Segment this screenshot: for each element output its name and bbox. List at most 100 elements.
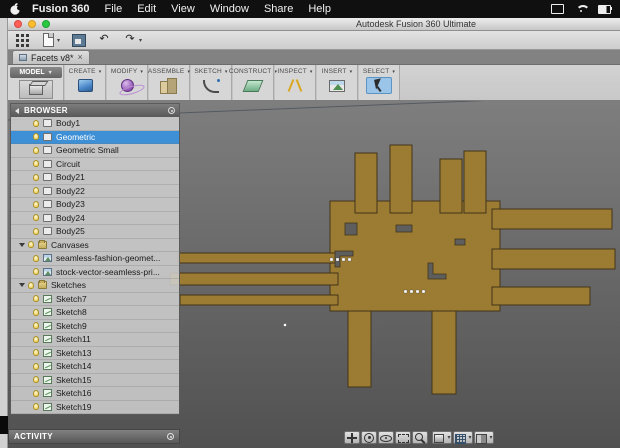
visibility-bulb-icon[interactable] <box>33 335 39 343</box>
toolbar-button[interactable] <box>38 32 62 49</box>
ribbon-group-icon-button[interactable] <box>198 77 224 94</box>
browser-item[interactable]: Body21 <box>11 171 179 185</box>
browser-item[interactable]: Body22 <box>11 184 179 198</box>
display-status-icon[interactable] <box>550 2 564 14</box>
browser-item[interactable]: stock-vector-seamless-pri... <box>11 265 179 279</box>
visibility-bulb-icon[interactable] <box>28 281 34 289</box>
ribbon-group-label[interactable]: SELECT <box>363 68 395 75</box>
ribbon-group-icon-button[interactable] <box>75 77 96 94</box>
browser-item[interactable]: Sketch13 <box>11 346 179 360</box>
ribbon-group-icon-button[interactable] <box>156 77 182 94</box>
visibility-bulb-icon[interactable] <box>33 160 39 168</box>
menu-item[interactable]: Window <box>210 3 249 15</box>
menu-item[interactable]: View <box>171 3 195 15</box>
activity-bar[interactable]: ACTIVITY <box>8 429 180 444</box>
visibility-bulb-icon[interactable] <box>33 268 39 276</box>
sketch-point[interactable] <box>283 323 287 327</box>
activity-gear-icon[interactable] <box>167 433 174 440</box>
browser-item[interactable]: Circuit <box>11 157 179 171</box>
visibility-bulb-icon[interactable] <box>33 322 39 330</box>
visibility-bulb-icon[interactable] <box>33 227 39 235</box>
ribbon-group[interactable]: ASSEMBLE <box>148 65 190 100</box>
visibility-bulb-icon[interactable] <box>33 376 39 384</box>
menu-item[interactable]: Help <box>308 3 331 15</box>
browser-item[interactable]: seamless-fashion-geomet... <box>11 252 179 266</box>
ribbon-group-label[interactable]: CREATE <box>69 68 102 75</box>
ribbon-group-label[interactable]: INSERT <box>322 68 353 75</box>
browser-item[interactable]: Geometric <box>11 130 179 144</box>
menu-item[interactable]: Share <box>264 3 293 15</box>
visibility-bulb-icon[interactable] <box>33 173 39 181</box>
visibility-bulb-icon[interactable] <box>33 295 39 303</box>
nav-button[interactable] <box>395 431 411 444</box>
ribbon-group[interactable]: CONSTRUCT <box>229 65 277 100</box>
ribbon-group-label[interactable]: ASSEMBLE <box>148 68 190 75</box>
browser-item[interactable]: Geometric Small <box>11 144 179 158</box>
model-geometry[interactable] <box>169 144 616 395</box>
display-settings-button[interactable] <box>453 431 473 444</box>
display-settings-button[interactable] <box>432 431 452 444</box>
visibility-bulb-icon[interactable] <box>33 119 39 127</box>
toolbar-button[interactable] <box>12 32 32 49</box>
nav-button[interactable] <box>412 431 428 444</box>
menu-item[interactable]: Edit <box>137 3 156 15</box>
browser-item[interactable]: Sketch14 <box>11 360 179 374</box>
visibility-bulb-icon[interactable] <box>33 254 39 262</box>
browser-item[interactable]: Sketch11 <box>11 333 179 347</box>
collapse-panel-icon[interactable] <box>15 107 19 114</box>
3d-viewport[interactable]: BROWSER Body1 Geometric Geometric Small … <box>8 101 620 448</box>
browser-item[interactable]: Sketch16 <box>11 387 179 401</box>
ribbon-group-icon-button[interactable] <box>282 77 308 94</box>
document-tab[interactable]: Facets v8* × <box>12 50 90 64</box>
browser-item[interactable]: Body23 <box>11 198 179 212</box>
visibility-bulb-icon[interactable] <box>33 308 39 316</box>
ribbon-group-label[interactable]: CONSTRUCT <box>229 68 277 75</box>
disclosure-triangle-icon[interactable] <box>19 242 25 247</box>
ribbon-group[interactable]: CREATE <box>64 65 106 100</box>
ribbon-group[interactable]: INSPECT <box>274 65 316 100</box>
ribbon-group-label[interactable]: SKETCH <box>194 68 227 75</box>
ribbon-group-label[interactable]: MODIFY <box>111 68 143 75</box>
ribbon-group[interactable]: MODIFY <box>106 65 148 100</box>
browser-gear-icon[interactable] <box>168 107 175 114</box>
ribbon-group-label[interactable]: INSPECT <box>277 68 312 75</box>
ribbon-group-icon-button[interactable] <box>118 77 137 94</box>
menu-item[interactable]: File <box>104 3 122 15</box>
browser-item[interactable]: Sketch7 <box>11 292 179 306</box>
window-close-button[interactable] <box>14 20 22 28</box>
window-title-bar[interactable]: Autodesk Fusion 360 Ultimate <box>8 18 620 31</box>
visibility-bulb-icon[interactable] <box>33 362 39 370</box>
menu-item[interactable]: Fusion 360 <box>32 3 89 15</box>
browser-item[interactable]: Sketch9 <box>11 319 179 333</box>
window-minimize-button[interactable] <box>28 20 36 28</box>
visibility-bulb-icon[interactable] <box>33 403 39 411</box>
browser-item[interactable]: Body24 <box>11 211 179 225</box>
battery-status-icon[interactable] <box>598 2 612 14</box>
browser-item[interactable]: Body1 <box>11 117 179 131</box>
visibility-bulb-icon[interactable] <box>33 389 39 397</box>
browser-item[interactable]: Canvases <box>11 238 179 252</box>
browser-item[interactable]: Body25 <box>11 225 179 239</box>
visibility-bulb-icon[interactable] <box>33 146 39 154</box>
ribbon-group-icon-button[interactable] <box>326 77 348 95</box>
nav-button[interactable] <box>378 431 394 444</box>
workspace-dropdown[interactable]: MODEL <box>9 67 62 78</box>
display-settings-button[interactable] <box>474 431 494 444</box>
nav-button[interactable] <box>361 431 377 444</box>
ribbon-group[interactable]: SKETCH <box>190 65 232 100</box>
visibility-bulb-icon[interactable] <box>33 133 39 141</box>
browser-item[interactable]: Sketch19 <box>11 400 179 414</box>
workspace-icon-box[interactable] <box>18 80 53 99</box>
browser-item[interactable]: Sketch8 <box>11 306 179 320</box>
visibility-bulb-icon[interactable] <box>33 200 39 208</box>
visibility-bulb-icon[interactable] <box>33 187 39 195</box>
apple-menu-icon[interactable] <box>8 2 22 16</box>
toolbar-button[interactable] <box>68 32 88 49</box>
ribbon-group[interactable]: SELECT <box>358 65 400 100</box>
visibility-bulb-icon[interactable] <box>33 214 39 222</box>
wifi-status-icon[interactable] <box>574 2 590 14</box>
tab-close-icon[interactable]: × <box>78 53 83 62</box>
ribbon-group-icon-button[interactable] <box>366 77 392 94</box>
window-zoom-button[interactable] <box>42 20 50 28</box>
browser-item[interactable]: Sketches <box>11 279 179 293</box>
